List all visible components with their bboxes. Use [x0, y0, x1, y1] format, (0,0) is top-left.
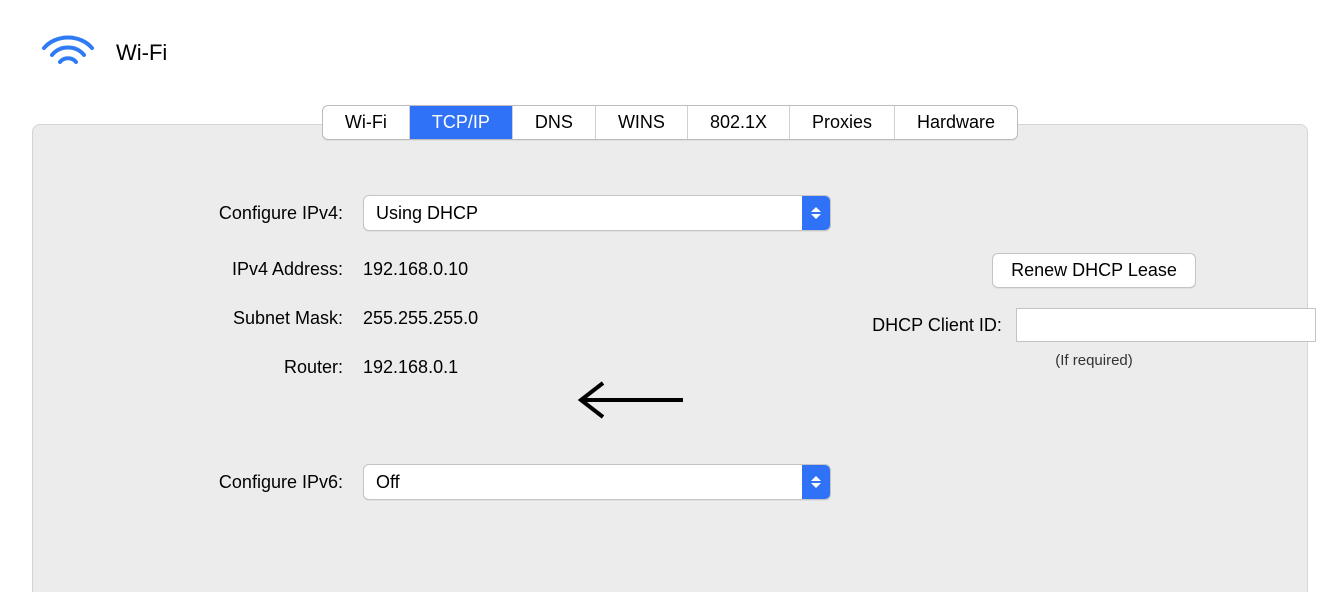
configure-ipv6-value: Off [364, 472, 802, 493]
settings-panel: Configure IPv4: Using DHCP IPv4 Address:… [32, 124, 1308, 592]
tab-tcpip[interactable]: TCP/IP [410, 106, 513, 139]
chevron-updown-icon [802, 465, 830, 499]
header: Wi-Fi [0, 0, 1340, 75]
tab-dns[interactable]: DNS [513, 106, 596, 139]
tab-wifi[interactable]: Wi-Fi [323, 106, 410, 139]
dhcp-side-panel: Renew DHCP Lease DHCP Client ID: (If req… [939, 253, 1249, 369]
arrow-left-icon [563, 375, 693, 430]
wifi-icon [40, 30, 96, 75]
dhcp-client-id-input[interactable] [1016, 308, 1316, 342]
tab-proxies[interactable]: Proxies [790, 106, 895, 139]
tab-bar: Wi-Fi TCP/IP DNS WINS 802.1X Proxies Har… [0, 105, 1340, 140]
configure-ipv6-label: Configure IPv6: [83, 472, 343, 493]
chevron-updown-icon [802, 196, 830, 230]
subnet-mask-label: Subnet Mask: [83, 308, 343, 329]
page-title: Wi-Fi [116, 40, 167, 66]
ipv4-address-label: IPv4 Address: [83, 259, 343, 280]
configure-ipv4-value: Using DHCP [364, 203, 802, 224]
tab-8021x[interactable]: 802.1X [688, 106, 790, 139]
configure-ipv4-label: Configure IPv4: [83, 203, 343, 224]
configure-ipv4-select[interactable]: Using DHCP [363, 195, 831, 231]
dhcp-client-id-note: (If required) [1055, 352, 1133, 369]
dhcp-client-id-label: DHCP Client ID: [872, 315, 1002, 336]
tab-hardware[interactable]: Hardware [895, 106, 1017, 139]
tab-wins[interactable]: WINS [596, 106, 688, 139]
renew-dhcp-lease-button[interactable]: Renew DHCP Lease [992, 253, 1196, 288]
router-label: Router: [83, 357, 343, 378]
configure-ipv6-select[interactable]: Off [363, 464, 831, 500]
